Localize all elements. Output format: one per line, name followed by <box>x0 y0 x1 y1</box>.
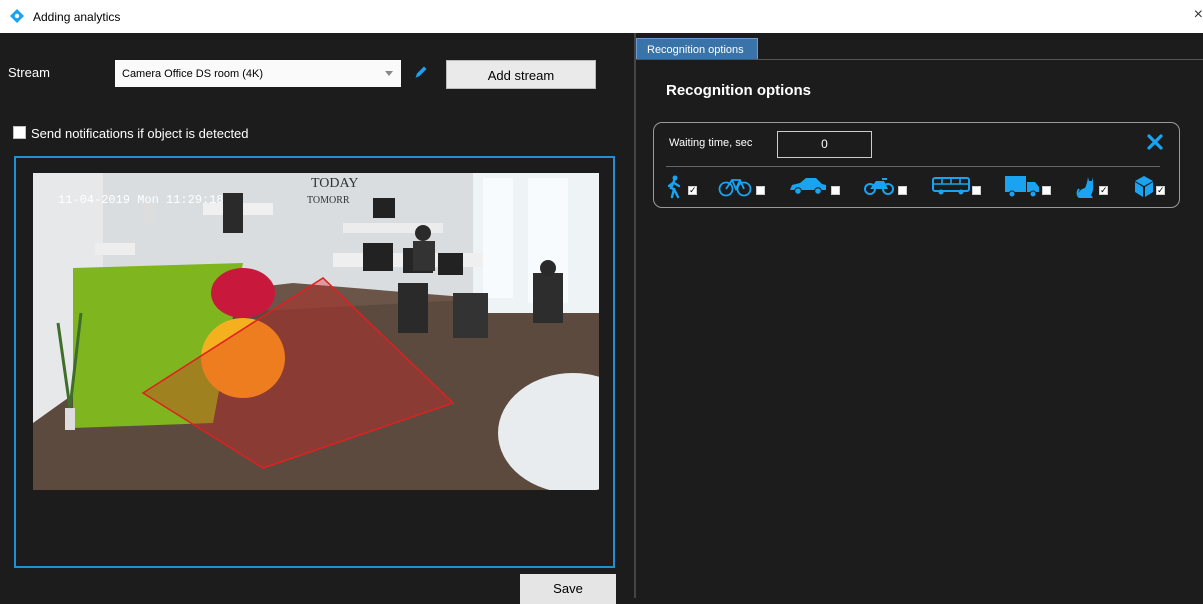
wall-text-today: TODAY <box>311 176 358 191</box>
remove-icon[interactable] <box>1146 133 1164 151</box>
car-icon <box>790 178 826 195</box>
motorcycle-checkbox[interactable] <box>898 186 907 195</box>
bicycle-icon <box>718 179 752 197</box>
camera-view[interactable]: 11-04-2019 Mon 11:29:18 TODAY TOMORR <box>33 173 599 490</box>
person-checkbox[interactable]: ✓ <box>688 186 697 195</box>
close-icon[interactable]: × <box>1194 6 1203 24</box>
camera-timestamp: 11-04-2019 Mon 11:29:18 <box>58 193 224 207</box>
stream-select[interactable]: Camera Office DS room (4K) <box>115 60 401 87</box>
truck-checkbox[interactable] <box>1042 186 1051 195</box>
bicycle-checkbox[interactable] <box>756 186 765 195</box>
app-logo-icon <box>10 9 24 23</box>
edit-pencil-icon[interactable] <box>413 64 429 80</box>
recognition-options-title: Recognition options <box>666 82 811 99</box>
stream-select-value: Camera Office DS room (4K) <box>122 68 264 80</box>
object-checkbox[interactable]: ✓ <box>1156 186 1165 195</box>
notify-label: Send notifications if object is detected <box>31 126 249 141</box>
bus-checkbox[interactable] <box>972 186 981 195</box>
object-car[interactable] <box>788 171 844 201</box>
add-stream-button[interactable]: Add stream <box>446 60 596 89</box>
right-panel: Recognition options Recognition options … <box>636 33 1203 598</box>
left-panel: Stream Camera Office DS room (4K) Add st… <box>0 33 634 604</box>
object-motorcycle[interactable] <box>864 171 914 201</box>
wall-text-tomorrow: TOMORR <box>307 195 350 206</box>
car-checkbox[interactable] <box>831 186 840 195</box>
chevron-down-icon <box>385 71 393 76</box>
window-title: Adding analytics <box>33 10 121 24</box>
cube-icon <box>1135 176 1153 197</box>
object-truck[interactable] <box>1004 171 1060 201</box>
save-button[interactable]: Save <box>520 574 616 604</box>
object-bus[interactable] <box>932 171 988 201</box>
title-bar: Adding analytics × <box>0 0 1203 33</box>
tab-strip-line <box>636 59 1203 60</box>
person-walking-icon <box>667 175 681 199</box>
object-generic[interactable]: ✓ <box>1134 171 1174 201</box>
recognition-options-box: Waiting time, sec 0 ✓ ✓ ✓ <box>653 122 1180 208</box>
truck-icon <box>1005 176 1039 198</box>
cat-icon <box>1076 177 1094 198</box>
object-animal[interactable]: ✓ <box>1076 171 1116 201</box>
tab-recognition-options[interactable]: Recognition options <box>636 38 758 60</box>
object-bicycle[interactable] <box>718 171 768 201</box>
video-frame: 11-04-2019 Mon 11:29:18 TODAY TOMORR <box>14 156 615 568</box>
motorcycle-icon <box>864 178 894 195</box>
waiting-time-label: Waiting time, sec <box>669 137 753 149</box>
object-person[interactable]: ✓ <box>666 171 706 201</box>
stream-label: Stream <box>8 65 50 80</box>
options-separator <box>666 166 1160 167</box>
notify-checkbox-row[interactable]: Send notifications if object is detected <box>13 126 249 141</box>
animal-checkbox[interactable]: ✓ <box>1099 186 1108 195</box>
waiting-time-input[interactable]: 0 <box>777 131 872 158</box>
notify-checkbox[interactable] <box>13 126 26 139</box>
bus-icon <box>932 177 970 195</box>
